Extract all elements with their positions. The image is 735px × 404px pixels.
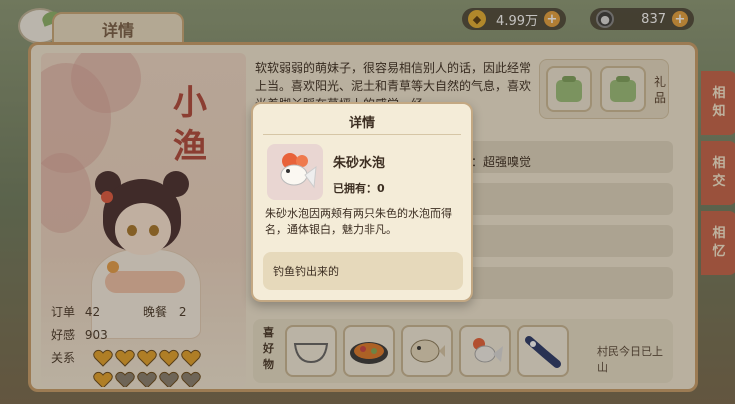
item-name: 朱砂水泡 [333, 156, 386, 171]
modal-title: 详情 [348, 116, 375, 131]
goldfish-icon [267, 144, 323, 200]
item-owned-count: 已拥有：0 [333, 182, 385, 195]
divider [263, 134, 461, 135]
item-detail-modal: 详情 朱砂水泡 已拥有：0 朱砂水泡因两颊有两只朱色的水泡而得名，通体银白，魅力… [251, 102, 473, 302]
item-description: 朱砂水泡因两颊有两只朱色的水泡而得名，通体银白，魅力非凡。 [265, 207, 452, 236]
item-source: 钓鱼钓出来的 [263, 252, 463, 290]
